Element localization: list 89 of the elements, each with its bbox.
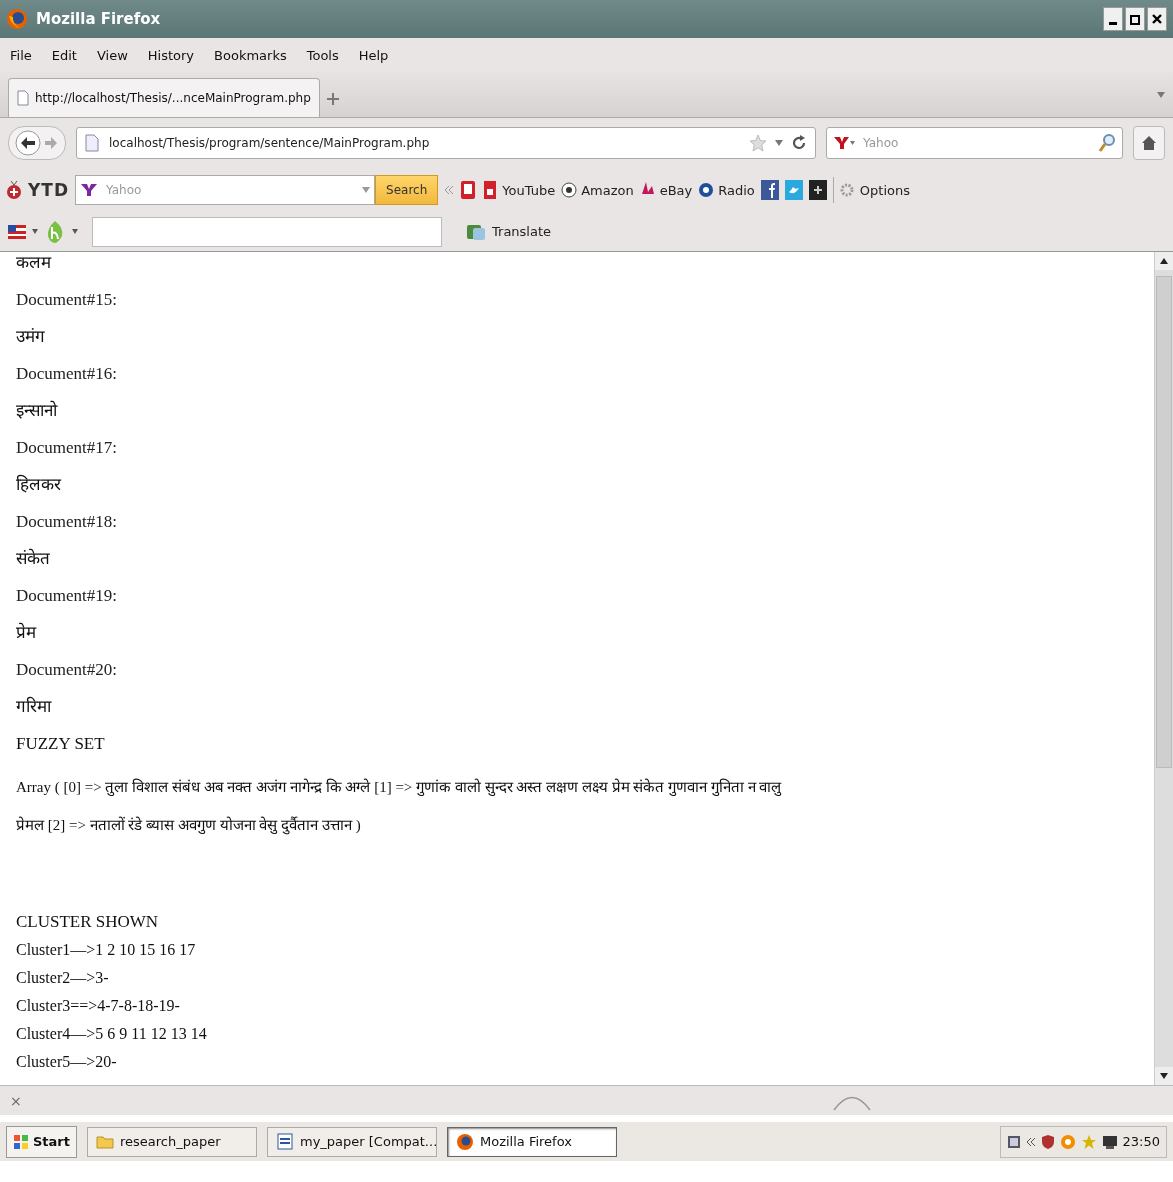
hindi-word: कलम <box>16 252 53 274</box>
hindi-word: संकेत <box>16 547 51 570</box>
radio-icon[interactable] <box>698 180 715 200</box>
browser-tab[interactable]: http://localhost/Thesis/...nceMainProgram.php <box>8 78 320 117</box>
cluster-line: Cluster3==>4-7-8-18-19- <box>16 996 181 1016</box>
reload-icon[interactable] <box>791 135 807 151</box>
window-title: Mozilla Firefox <box>36 10 162 28</box>
cluster-line: Cluster2—>3- <box>16 968 110 988</box>
menu-item[interactable]: Help <box>358 47 389 63</box>
facebook-icon[interactable] <box>760 180 779 200</box>
flag-icon[interactable] <box>8 224 26 239</box>
translate-button[interactable]: Translate <box>462 219 556 244</box>
dropdown-arrow-icon[interactable] <box>362 187 371 193</box>
menu-item[interactable]: Edit <box>51 47 77 63</box>
plus-icon[interactable] <box>325 91 340 106</box>
document-label: Document#20: <box>16 659 119 681</box>
section-heading: FUZZY SET <box>16 733 106 755</box>
plus-square-icon[interactable] <box>808 180 827 200</box>
taskbar-button[interactable]: my_paper [Compat... <box>267 1126 437 1157</box>
bookmark-link[interactable]: Amazon <box>581 182 634 198</box>
clock: 23:50 <box>1122 1134 1160 1149</box>
taskbar-button[interactable]: research_paper <box>87 1126 257 1157</box>
fuzzy-set-text: Array ( [0] => तुला विशाल संबंध अब नक्त अजंग नागेन्द्र कि अग्ले [1] => गुणांक वालो सुन्दर अस्त लक्षण लक्ष्य प्रेम संकेत गुणवान गुनिता न वालु <box>16 777 783 798</box>
hindi-word: प्रेम <box>16 621 38 644</box>
chevron-icon[interactable] <box>1025 1136 1036 1147</box>
input-field[interactable] <box>92 216 442 247</box>
search-icon[interactable] <box>1098 133 1116 153</box>
menu-item[interactable]: File <box>10 47 32 63</box>
firefox-logo-icon <box>456 1132 474 1151</box>
star-icon[interactable] <box>1080 1133 1097 1150</box>
document-label: Document#16: <box>16 363 119 385</box>
bookmark-link[interactable]: YouTube <box>502 182 556 198</box>
taskbar-button[interactable]: Mozilla Firefox <box>447 1126 617 1157</box>
close-button[interactable] <box>1147 7 1167 31</box>
keyboard-icon[interactable] <box>1006 1133 1021 1150</box>
start-button[interactable]: Start <box>6 1125 77 1158</box>
menu-item[interactable]: View <box>96 47 128 63</box>
scroll-down-icon[interactable] <box>1160 1073 1168 1079</box>
bird-icon[interactable] <box>784 180 803 200</box>
hindi-word: हिलकर <box>16 473 62 496</box>
menu-item[interactable]: Bookmarks <box>214 47 287 63</box>
home-button[interactable] <box>1133 126 1165 160</box>
document-label: Document#15: <box>16 289 119 311</box>
menu-item[interactable]: Tools <box>306 47 339 63</box>
close-icon <box>1151 13 1163 25</box>
page-icon <box>85 134 99 152</box>
minimize-icon <box>1109 21 1117 25</box>
bookmark-link[interactable]: Radio <box>718 182 755 198</box>
dropdown-arrow-icon[interactable] <box>1157 92 1165 98</box>
maximize-button[interactable] <box>1125 7 1145 31</box>
hindi-word: गरिमा <box>16 695 53 718</box>
options-button[interactable]: Options <box>859 182 910 198</box>
scroll-up-icon[interactable] <box>1160 258 1168 264</box>
maximize-icon <box>1129 13 1141 25</box>
search-bar[interactable]: Yahoo <box>826 127 1123 159</box>
dropdown-arrow-icon[interactable] <box>72 229 78 234</box>
menu-item[interactable]: History <box>147 47 195 63</box>
dropdown-arrow-icon[interactable] <box>32 229 38 234</box>
hindi-word: इन्सानो <box>16 399 59 422</box>
toolbar-search-bar[interactable]: Yahoo <box>75 175 376 205</box>
document-icon <box>276 1132 294 1151</box>
ytd-logo-icon <box>6 181 22 199</box>
document-label: Document#17: <box>16 437 119 459</box>
house-icon <box>1141 135 1157 151</box>
hindi-word: उमंग <box>16 326 46 348</box>
address-field[interactable]: localhost/Thesis/program/sentence/MainProgram.php <box>107 135 741 151</box>
dropdown-arrow-icon[interactable] <box>775 140 783 146</box>
search-button[interactable]: Search <box>375 175 439 205</box>
bookmark-link[interactable]: eBay <box>659 182 693 198</box>
page-icon <box>17 90 29 106</box>
fuzzy-set-text: प्रेमल [2] => नतालों रंडे ब्यास अवगुण योजना वेसु दुर्वैतान उत्तान ) <box>16 815 362 837</box>
section-heading: CLUSTER SHOWN <box>16 911 160 933</box>
star-icon[interactable] <box>749 134 767 152</box>
cluster-line: Cluster4—>5 6 9 11 12 13 14 <box>16 1024 208 1044</box>
toolbar-logo: YTD <box>28 180 70 200</box>
close-button[interactable]: × <box>10 1092 22 1109</box>
document-label: Document#18: <box>16 511 119 533</box>
monitor-icon[interactable] <box>1101 1133 1118 1150</box>
scrollbar-thumb[interactable] <box>1156 276 1172 768</box>
minimize-button[interactable] <box>1103 7 1123 31</box>
firefox-logo-icon <box>6 8 28 30</box>
address-bar[interactable]: localhost/Thesis/program/sentence/MainProgram.php <box>76 127 816 159</box>
cluster-line: Cluster1—>1 2 10 15 16 17 <box>16 940 197 960</box>
shield-icon[interactable] <box>1040 1133 1055 1150</box>
windows-flag-icon <box>13 1133 29 1150</box>
yahoo-logo-icon <box>833 136 855 150</box>
bookmark-icon[interactable] <box>460 180 477 200</box>
document-label: Document#19: <box>16 585 119 607</box>
cluster-line: Cluster5—>20- <box>16 1052 118 1072</box>
